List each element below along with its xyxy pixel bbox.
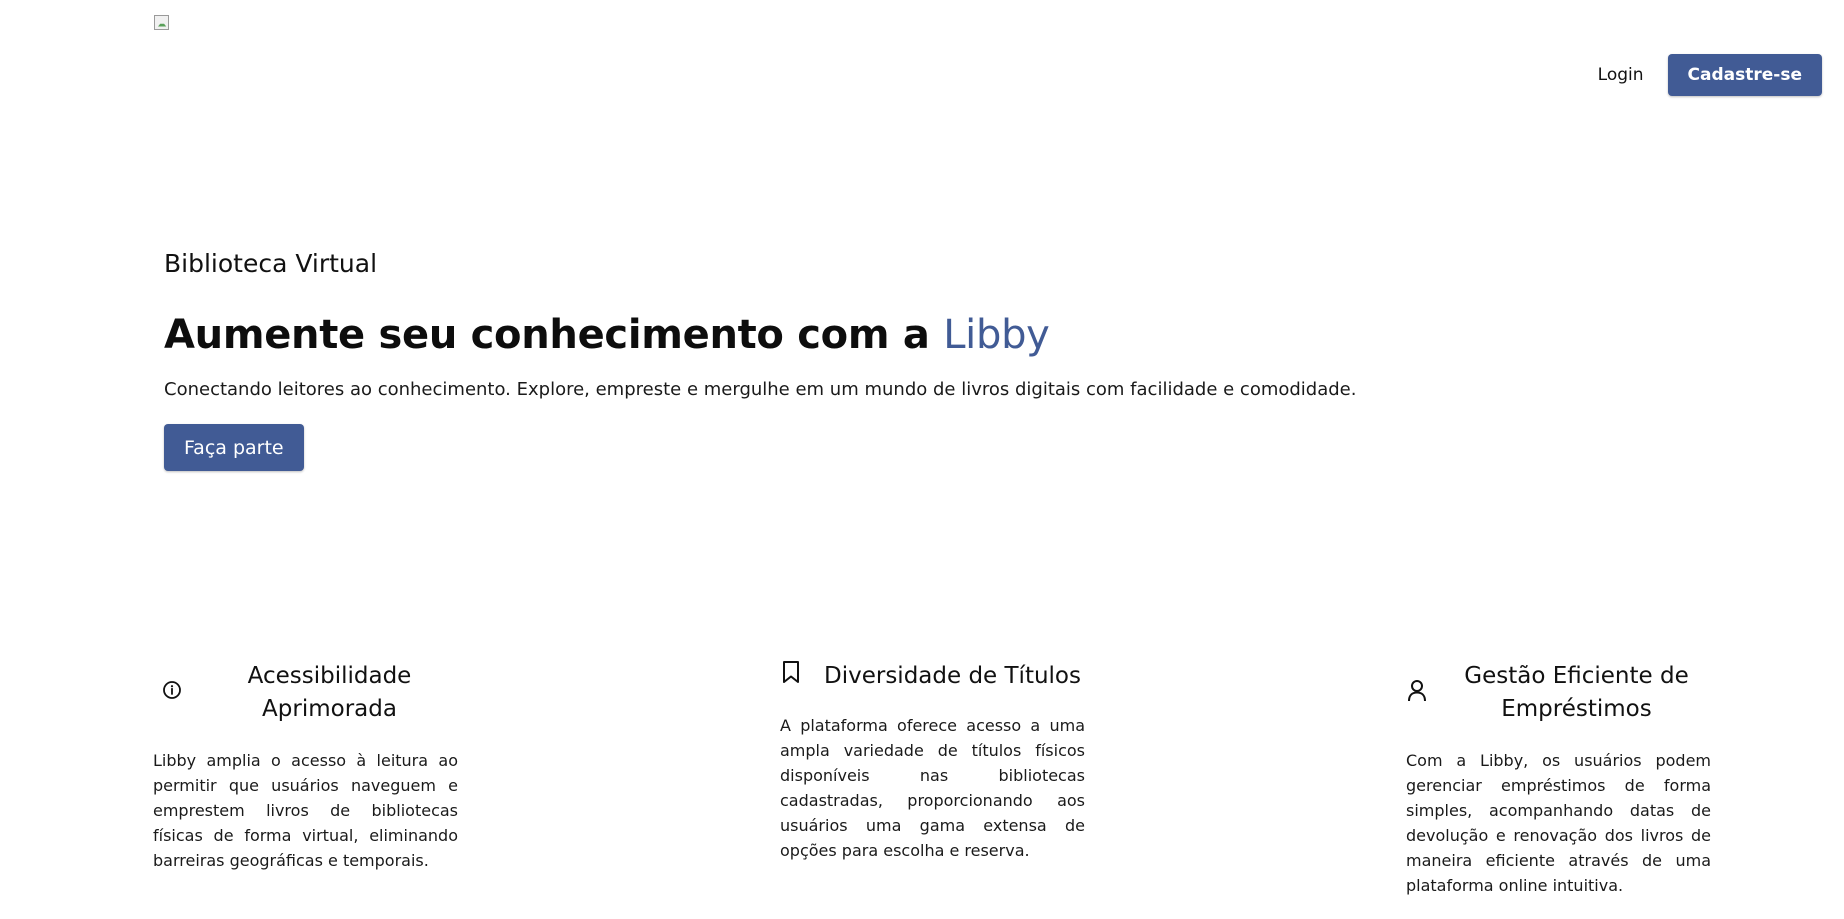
user-icon — [1408, 680, 1426, 702]
hero-eyebrow: Biblioteca Virtual — [164, 249, 378, 278]
bookmark-icon — [783, 661, 799, 683]
landing-page: Login Cadastre-se Biblioteca Virtual Aum… — [0, 0, 1844, 919]
hero-title-brand: Libby — [943, 312, 1050, 358]
login-link[interactable]: Login — [1598, 65, 1644, 85]
feature-description: Com a Libby, os usuários podem gerenciar… — [1406, 751, 1711, 895]
join-button[interactable]: Faça parte — [164, 424, 304, 471]
feature-header: Gestão Eficiente de Empréstimos — [1406, 660, 1711, 726]
feature-title: Gestão Eficiente de Empréstimos — [1464, 663, 1689, 722]
hero-subtitle: Conectando leitores ao conhecimento. Exp… — [164, 379, 1357, 400]
hero-title: Aumente seu conhecimento com a Libby — [164, 311, 1664, 359]
feature-header: Acessibilidade Aprimorada — [153, 660, 458, 726]
signup-button[interactable]: Cadastre-se — [1667, 54, 1822, 96]
feature-header: Diversidade de Títulos — [780, 660, 1085, 693]
hero-section: Biblioteca Virtual Aumente seu conhecime… — [164, 247, 1664, 471]
feature-title: Diversidade de Títulos — [824, 663, 1081, 689]
feature-loans: Gestão Eficiente de Empréstimos Com a Li… — [1406, 660, 1711, 898]
logo-broken-image-icon[interactable] — [154, 15, 169, 30]
info-icon — [163, 681, 181, 699]
feature-title: Acessibilidade Aprimorada — [247, 663, 412, 722]
hero-title-prefix: Aumente seu conhecimento com a — [164, 312, 930, 358]
feature-titles: Diversidade de Títulos A plataforma ofer… — [780, 660, 1085, 863]
feature-description: A plataforma oferece acesso a uma ampla … — [780, 716, 1085, 860]
feature-description: Libby amplia o acesso à leitura ao permi… — [153, 751, 458, 870]
feature-accessibility: Acessibilidade Aprimorada Libby amplia o… — [153, 660, 458, 873]
top-nav: Login Cadastre-se — [1598, 54, 1822, 96]
